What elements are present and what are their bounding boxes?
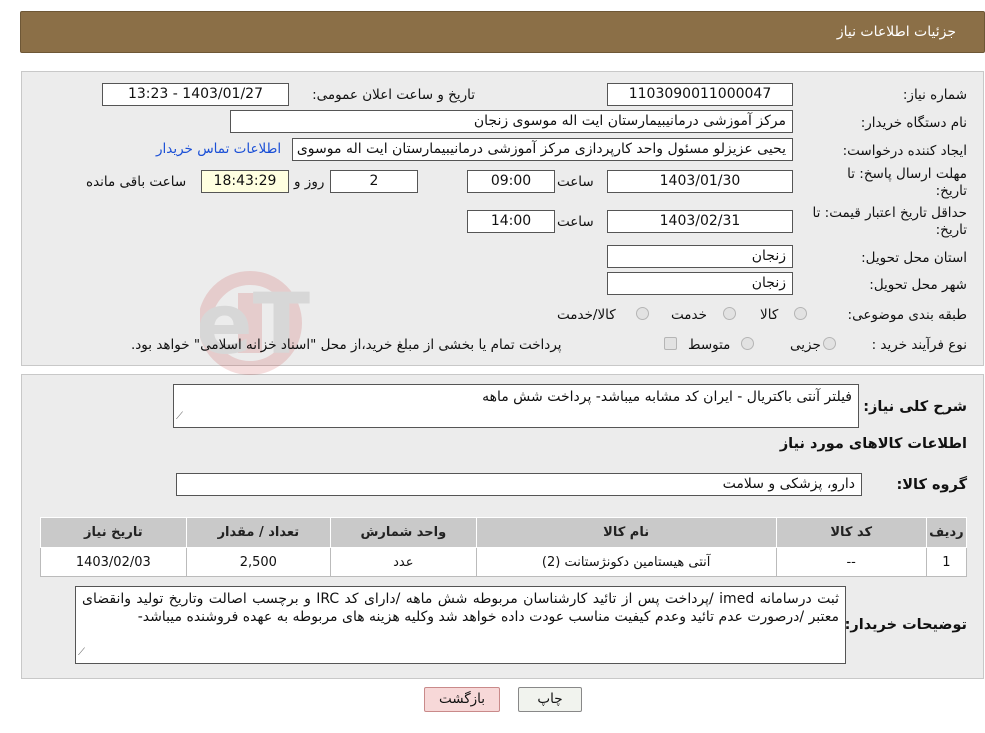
delivery-city-label: شهر محل تحویل: bbox=[869, 277, 967, 293]
remaining-days-field: 2 bbox=[330, 170, 418, 193]
col-need-date: تاریخ نیاز bbox=[40, 517, 187, 548]
delivery-province-field: زنجان bbox=[607, 245, 793, 268]
buyer-notes-text: ثبت درسامانه imed /پرداخت پس از تائید کا… bbox=[82, 591, 839, 625]
delivery-province-label: استان محل تحویل: bbox=[861, 250, 967, 266]
need-summary-label: شرح کلی نیاز: bbox=[863, 399, 967, 415]
cell-unit: عدد bbox=[330, 547, 477, 577]
category-goods-service-radio[interactable] bbox=[636, 307, 649, 320]
col-goods-name: نام کالا bbox=[475, 517, 777, 548]
category-service-label: خدمت bbox=[671, 307, 707, 323]
goods-group-field: دارو، پزشکی و سلامت bbox=[176, 473, 862, 496]
cell-row-number: 1 bbox=[925, 547, 968, 577]
remaining-time-field: 18:43:29 bbox=[201, 170, 289, 193]
back-button[interactable]: بازگشت bbox=[424, 687, 500, 712]
category-service-radio[interactable] bbox=[723, 307, 736, 320]
treasury-payment-checkbox[interactable] bbox=[664, 337, 677, 350]
reply-deadline-label: مهلت ارسال پاسخ: تا تاریخ: bbox=[847, 166, 967, 199]
category-label: طبقه بندی موضوعی: bbox=[847, 307, 967, 323]
reply-date-field: 1403/01/30 bbox=[607, 170, 793, 193]
treasury-payment-note: پرداخت تمام یا بخشی از مبلغ خرید،از محل … bbox=[131, 337, 562, 353]
buyer-notes-field: ثبت درسامانه imed /پرداخت پس از تائید کا… bbox=[75, 586, 846, 664]
process-minor-label: جزیی bbox=[790, 337, 821, 353]
col-goods-code: کد کالا bbox=[775, 517, 927, 548]
buyer-notes-label: توضیحات خریدار: bbox=[844, 617, 967, 633]
page-title: جزئیات اطلاعات نیاز bbox=[836, 24, 956, 40]
category-goods-service-label: کالا/خدمت bbox=[557, 307, 616, 323]
need-number-label: شماره نیاز: bbox=[902, 87, 967, 103]
cell-need-date: 1403/02/03 bbox=[40, 547, 187, 577]
price-validity-label: حداقل تاریخ اعتبار قیمت: تا تاریخ: bbox=[812, 205, 967, 238]
cell-quantity: 2,500 bbox=[185, 547, 332, 577]
col-unit: واحد شمارش bbox=[330, 517, 477, 548]
announce-datetime-field: 1403/01/27 - 13:23 bbox=[102, 83, 289, 106]
category-goods-radio[interactable] bbox=[794, 307, 807, 320]
page-header: جزئیات اطلاعات نیاز bbox=[20, 11, 985, 53]
price-validity-time-field: 14:00 bbox=[467, 210, 555, 233]
remaining-time-label: ساعت باقی مانده bbox=[86, 174, 187, 190]
process-minor-radio[interactable] bbox=[823, 337, 836, 350]
print-button[interactable]: چاپ bbox=[518, 687, 582, 712]
need-number-field: 1103090011000047 bbox=[607, 83, 793, 106]
buyer-org-label: نام دستگاه خریدار: bbox=[860, 115, 967, 131]
col-row-number: ردیف bbox=[925, 517, 968, 548]
process-medium-radio[interactable] bbox=[741, 337, 754, 350]
price-validity-time-label: ساعت bbox=[557, 214, 594, 230]
days-label: روز و bbox=[294, 174, 325, 190]
goods-group-label: گروه کالا: bbox=[896, 477, 967, 493]
need-summary-text: فیلتر آنتی باکتریال - ایران کد مشابه میب… bbox=[482, 389, 852, 405]
purchase-process-label: نوع فرآیند خرید : bbox=[871, 337, 967, 353]
requester-label: ایجاد کننده درخواست: bbox=[842, 143, 967, 159]
goods-table: ردیف کد کالا نام کالا واحد شمارش تعداد /… bbox=[40, 517, 968, 577]
reply-time-label: ساعت bbox=[557, 174, 594, 190]
price-validity-date-field: 1403/02/31 bbox=[607, 210, 793, 233]
need-summary-field: فیلتر آنتی باکتریال - ایران کد مشابه میب… bbox=[173, 384, 859, 428]
buyer-contact-link[interactable]: اطلاعات تماس خریدار bbox=[156, 141, 281, 157]
category-goods-label: کالا bbox=[760, 307, 779, 323]
announce-datetime-label: تاریخ و ساعت اعلان عمومی: bbox=[312, 87, 475, 103]
cell-goods-code: -- bbox=[775, 547, 927, 577]
goods-table-header: ردیف کد کالا نام کالا واحد شمارش تعداد /… bbox=[40, 517, 968, 548]
delivery-city-field: زنجان bbox=[607, 272, 793, 295]
process-medium-label: متوسط bbox=[688, 337, 731, 353]
cell-goods-name: آنتی هیستامین دکونژستانت (2) bbox=[475, 547, 777, 577]
requester-field: یحیی عزیزلو مسئول واحد کارپردازی مرکز آم… bbox=[292, 138, 793, 161]
resize-grip-icon[interactable]: ⟋ bbox=[78, 644, 85, 662]
reply-time-field: 09:00 bbox=[467, 170, 555, 193]
goods-info-title: اطلاعات کالاهای مورد نیاز bbox=[779, 436, 967, 452]
buyer-org-field: مرکز آموزشی درمانیبیمارستان ایت اله موسو… bbox=[230, 110, 793, 133]
table-row: 1 -- آنتی هیستامین دکونژستانت (2) عدد 2,… bbox=[40, 547, 968, 577]
resize-grip-icon[interactable]: ⟋ bbox=[176, 408, 183, 426]
col-quantity: تعداد / مقدار bbox=[185, 517, 332, 548]
